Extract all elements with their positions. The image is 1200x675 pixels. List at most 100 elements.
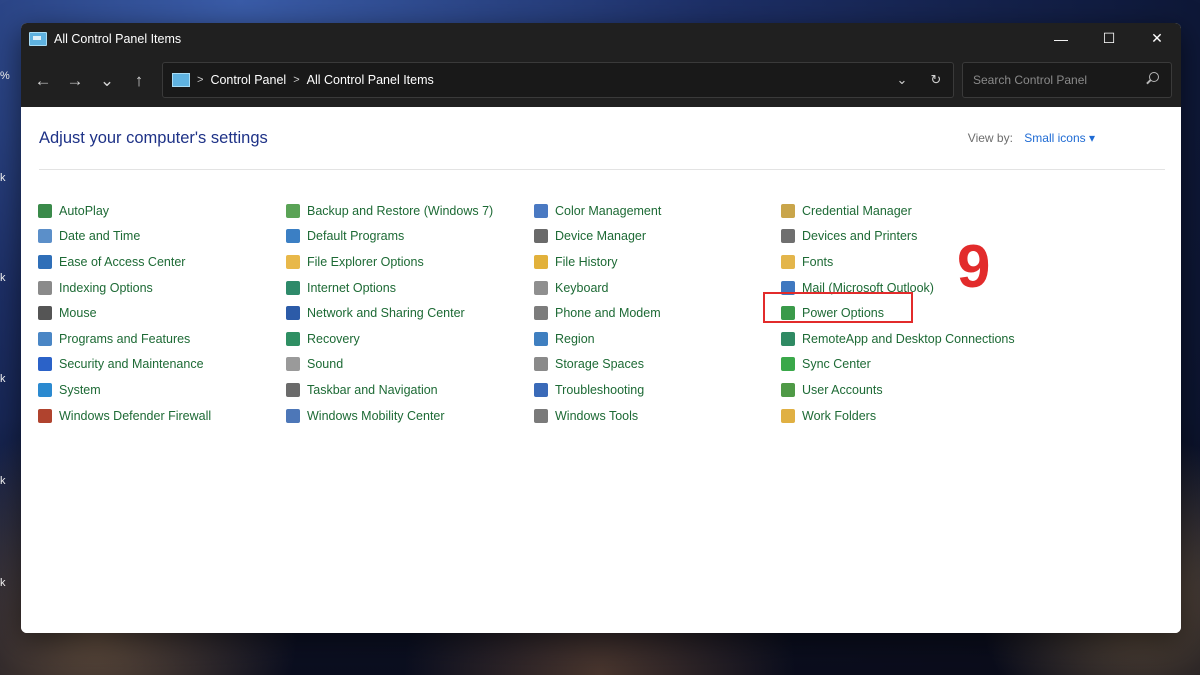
mouse-icon (38, 306, 52, 321)
item-label: User Accounts (802, 382, 883, 397)
control-panel-icon (29, 31, 47, 46)
control-panel-item[interactable]: Date and Time (38, 224, 278, 250)
item-label: Security and Maintenance (59, 357, 204, 372)
control-panel-item[interactable]: Sound (286, 352, 526, 378)
file-history-icon (534, 254, 548, 269)
device-manager-icon (534, 229, 548, 244)
control-panel-window: All Control Panel Items — ☐ ✕ ← → ⌄ ↑ > … (21, 23, 1181, 633)
close-button[interactable]: ✕ (1133, 23, 1181, 54)
monitor-icon (38, 382, 52, 397)
work-folders-icon (781, 408, 795, 423)
control-panel-item[interactable]: Work Folders (781, 403, 1021, 429)
item-label: Devices and Printers (802, 229, 918, 244)
control-panel-item[interactable]: Windows Mobility Center (286, 403, 526, 429)
item-label: Work Folders (802, 408, 877, 423)
items-column-1: AutoPlay Date and Time Ease of Access Cent… (38, 198, 278, 428)
clock-icon (38, 229, 52, 244)
breadcrumb-all-items[interactable]: All Control Panel Items (307, 73, 434, 87)
programs-icon (38, 331, 52, 346)
desktop-fragment: % (0, 70, 10, 82)
highlight-box (763, 292, 913, 323)
item-label: Windows Defender Firewall (59, 408, 212, 423)
up-button[interactable]: ↑ (123, 65, 155, 97)
item-label: System (59, 382, 101, 397)
item-label: Device Manager (555, 229, 647, 244)
tools-icon (534, 408, 548, 423)
default-programs-icon (286, 229, 300, 244)
desktop-fragment: k (0, 172, 6, 184)
control-panel-item[interactable]: Mouse (38, 300, 278, 326)
taskbar-icon (286, 382, 300, 397)
control-panel-item[interactable]: Region (534, 326, 774, 352)
control-panel-item[interactable]: Keyboard (534, 275, 774, 301)
control-panel-item[interactable]: Programs and Features (38, 326, 278, 352)
flag-icon (38, 357, 52, 372)
search-input[interactable] (971, 72, 1145, 88)
control-panel-item[interactable]: Troubleshooting (534, 377, 774, 403)
credential-icon (781, 203, 795, 218)
item-label: Taskbar and Navigation (307, 382, 438, 397)
globe-icon (286, 280, 300, 295)
view-by: View by: Small icons ▾ (968, 131, 1095, 145)
control-panel-item[interactable]: Windows Tools (534, 403, 774, 429)
item-label: Phone and Modem (555, 306, 661, 321)
item-label: Sound (307, 357, 344, 372)
item-label: Programs and Features (59, 331, 191, 346)
control-panel-item[interactable]: AutoPlay (38, 198, 278, 224)
control-panel-item[interactable]: Default Programs (286, 224, 526, 250)
control-panel-item[interactable]: File History (534, 249, 774, 275)
folder-options-icon (286, 254, 300, 269)
back-button[interactable]: ← (27, 65, 59, 97)
troubleshoot-icon (534, 382, 548, 397)
control-panel-item[interactable]: Ease of Access Center (38, 249, 278, 275)
search-box[interactable] (962, 62, 1172, 98)
item-label: Network and Sharing Center (307, 306, 465, 321)
control-panel-item[interactable]: RemoteApp and Desktop Connections (781, 326, 1021, 352)
control-panel-item[interactable]: Backup and Restore (Windows 7) (286, 198, 526, 224)
chevron-right-icon: > (197, 74, 204, 86)
control-panel-item[interactable]: System (38, 377, 278, 403)
fonts-icon (781, 254, 795, 269)
control-panel-item[interactable]: Indexing Options (38, 275, 278, 301)
control-panel-item[interactable]: Device Manager (534, 224, 774, 250)
item-label: Credential Manager (802, 203, 912, 218)
item-label: Troubleshooting (555, 382, 645, 397)
control-panel-item[interactable]: User Accounts (781, 377, 1021, 403)
control-panel-item[interactable]: Security and Maintenance (38, 352, 278, 378)
control-panel-item[interactable]: Storage Spaces (534, 352, 774, 378)
address-actions: ⌄ ↻ (885, 63, 953, 97)
phone-icon (534, 306, 548, 321)
search-icon[interactable] (1149, 72, 1159, 82)
item-label: Ease of Access Center (59, 254, 186, 269)
item-label: Color Management (555, 203, 662, 218)
control-panel-item[interactable]: Windows Defender Firewall (38, 403, 278, 429)
control-panel-item[interactable]: Color Management (534, 198, 774, 224)
item-label: AutoPlay (59, 203, 110, 218)
address-dropdown-button[interactable]: ⌄ (885, 72, 919, 88)
view-by-dropdown[interactable]: Small icons ▾ (1024, 131, 1095, 145)
refresh-button[interactable]: ↻ (919, 72, 953, 88)
address-bar[interactable]: > Control Panel > All Control Panel Item… (162, 62, 954, 98)
control-panel-item[interactable]: Sync Center (781, 352, 1021, 378)
recent-locations-button[interactable]: ⌄ (91, 65, 123, 97)
control-panel-item[interactable]: Network and Sharing Center (286, 300, 526, 326)
control-panel-item[interactable]: File Explorer Options (286, 249, 526, 275)
printer-icon (781, 229, 795, 244)
item-label: Indexing Options (59, 280, 153, 295)
storage-icon (534, 357, 548, 372)
title-bar[interactable]: All Control Panel Items — ☐ ✕ (21, 23, 1181, 54)
item-label: Windows Mobility Center (307, 408, 445, 423)
control-panel-item[interactable]: Internet Options (286, 275, 526, 301)
breadcrumb-control-panel[interactable]: Control Panel (210, 73, 286, 87)
control-panel-icon (172, 73, 190, 87)
control-panel-item[interactable]: Taskbar and Navigation (286, 377, 526, 403)
control-panel-item[interactable]: Recovery (286, 326, 526, 352)
maximize-button[interactable]: ☐ (1085, 23, 1133, 54)
control-panel-item[interactable]: Credential Manager (781, 198, 1021, 224)
forward-button[interactable]: → (59, 65, 91, 97)
item-label: Default Programs (307, 229, 405, 244)
control-panel-item[interactable]: Phone and Modem (534, 300, 774, 326)
item-label: Windows Tools (555, 408, 639, 423)
minimize-button[interactable]: — (1037, 23, 1085, 54)
item-label: File Explorer Options (307, 254, 424, 269)
